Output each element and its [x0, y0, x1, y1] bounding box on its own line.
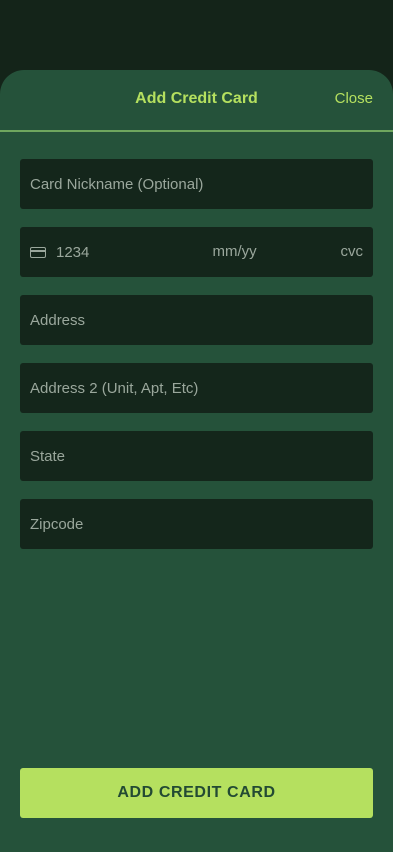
- state-field: [20, 431, 373, 481]
- add-credit-card-sheet: Add Credit Card Close ADD CREDIT CARD: [0, 70, 393, 852]
- zipcode-input[interactable]: [30, 515, 363, 533]
- card-number-group: [30, 243, 166, 261]
- card-details-field: [20, 227, 373, 277]
- credit-card-icon: [30, 246, 46, 258]
- card-expiry-input[interactable]: [212, 243, 283, 260]
- card-cvc-input[interactable]: [329, 243, 363, 260]
- address-field: [20, 295, 373, 345]
- card-cvc-group: [329, 243, 363, 261]
- card-expiry-group: [212, 243, 283, 261]
- close-button[interactable]: Close: [335, 90, 373, 107]
- card-number-input[interactable]: [56, 243, 166, 261]
- card-nickname-input[interactable]: [30, 175, 363, 193]
- address-input[interactable]: [30, 311, 363, 329]
- zipcode-field: [20, 499, 373, 549]
- address2-input[interactable]: [30, 379, 363, 397]
- card-nickname-field: [20, 159, 373, 209]
- state-input[interactable]: [30, 447, 363, 465]
- address2-field: [20, 363, 373, 413]
- add-credit-card-button[interactable]: ADD CREDIT CARD: [20, 768, 373, 818]
- sheet-header: Add Credit Card Close: [0, 70, 393, 132]
